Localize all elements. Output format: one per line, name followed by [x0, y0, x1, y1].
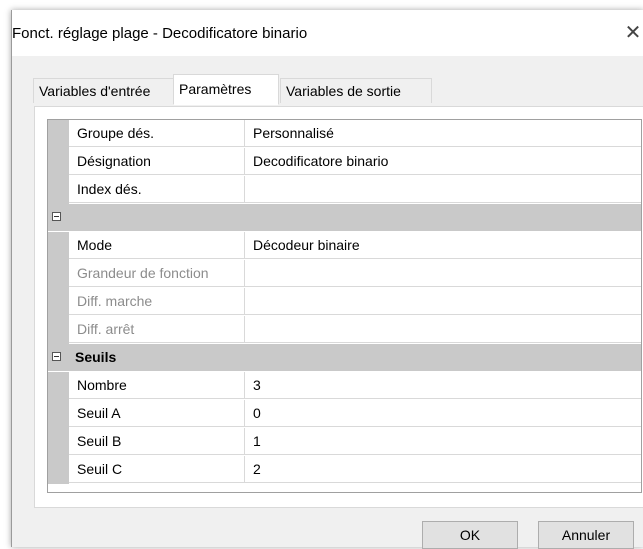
property-name: Nombre: [69, 372, 245, 399]
property-name: Index dés.: [69, 176, 245, 203]
property-name: Seuil C: [69, 456, 245, 483]
row-gutter: [48, 428, 69, 456]
property-value[interactable]: [245, 176, 641, 203]
property-value[interactable]: 1: [245, 428, 641, 455]
grid-row-index[interactable]: Index dés.: [48, 176, 641, 204]
property-name: Diff. marche: [69, 288, 245, 315]
row-gutter: [48, 260, 69, 288]
property-name: Mode: [69, 232, 245, 259]
grid-row-mode[interactable]: Mode Décodeur binaire: [48, 232, 641, 260]
grid-row-groupe[interactable]: Groupe dés. Personnalisé: [48, 120, 641, 148]
close-icon[interactable]: ✕: [622, 20, 643, 46]
property-value[interactable]: 0: [245, 400, 641, 427]
ok-button[interactable]: OK: [422, 521, 518, 549]
dialog-window: Fonct. réglage plage - Decodificatore bi…: [11, 10, 643, 549]
property-name: Seuil B: [69, 428, 245, 455]
row-gutter: [48, 400, 69, 428]
grid-row-designation[interactable]: Désignation Decodificatore binario: [48, 148, 641, 176]
category-row-seuils: Seuils: [48, 344, 641, 371]
tab-parametres[interactable]: Paramètres: [173, 74, 279, 105]
collapse-minus-icon[interactable]: [52, 352, 61, 361]
row-gutter: [48, 456, 69, 484]
collapse-minus-icon[interactable]: [52, 212, 61, 221]
property-grid: Groupe dés. Personnalisé Désignation Dec…: [47, 119, 642, 493]
row-gutter: [48, 316, 69, 344]
row-gutter: [48, 232, 69, 260]
title-bar: Fonct. réglage plage - Decodificatore bi…: [12, 10, 643, 56]
grid-row-seuil-b[interactable]: Seuil B 1: [48, 428, 641, 456]
property-value: [245, 260, 641, 287]
grid-row-diff-arret: Diff. arrêt: [48, 316, 641, 344]
row-gutter: [48, 288, 69, 316]
property-value[interactable]: 3: [245, 372, 641, 399]
property-value[interactable]: Décodeur binaire: [245, 232, 641, 259]
property-name: Groupe dés.: [69, 120, 245, 147]
grid-row-seuil-a[interactable]: Seuil A 0: [48, 400, 641, 428]
tab-variables-sortie[interactable]: Variables de sortie: [280, 78, 432, 103]
property-value[interactable]: Personnalisé: [245, 120, 641, 147]
row-gutter: [48, 148, 69, 176]
property-name: Grandeur de fonction: [69, 260, 245, 287]
window-title: Fonct. réglage plage - Decodificatore bi…: [12, 25, 308, 42]
row-gutter: [48, 372, 69, 400]
category-row-mode: [48, 204, 641, 231]
row-gutter: [48, 120, 69, 148]
property-value[interactable]: Decodificatore binario: [245, 148, 641, 175]
property-name: Diff. arrêt: [69, 316, 245, 343]
property-name: Seuil A: [69, 400, 245, 427]
property-value: [245, 316, 641, 343]
grid-row-nombre[interactable]: Nombre 3: [48, 372, 641, 400]
row-gutter: [48, 176, 69, 204]
property-value: [245, 288, 641, 315]
property-name: Désignation: [69, 148, 245, 175]
property-value[interactable]: 2: [245, 456, 641, 483]
grid-row-seuil-c[interactable]: Seuil C 2: [48, 456, 641, 484]
tab-variables-entree[interactable]: Variables d'entrée: [33, 78, 183, 103]
tab-panel-parametres: Groupe dés. Personnalisé Désignation Dec…: [34, 106, 643, 508]
cancel-button[interactable]: Annuler: [538, 521, 634, 549]
grid-row-grandeur: Grandeur de fonction: [48, 260, 641, 288]
category-label: Seuils: [75, 349, 117, 365]
grid-row-diff-marche: Diff. marche: [48, 288, 641, 316]
